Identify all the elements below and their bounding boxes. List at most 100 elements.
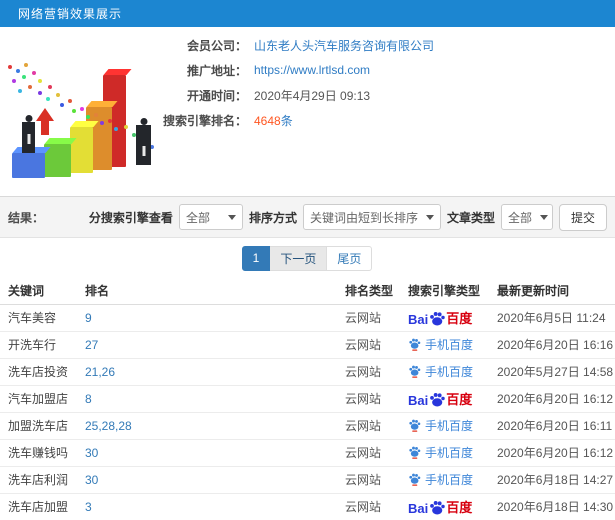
page-button-last[interactable]: 尾页 — [326, 245, 373, 271]
rank-link[interactable]: 30 — [85, 446, 98, 460]
top-bar: 网络营销效果展示 — [0, 0, 615, 27]
engine-cell: Bai 百度 手机百度 — [400, 412, 489, 440]
promo-url-link[interactable]: https://www.lrtlsd.com — [254, 63, 370, 77]
result-label: 结果： — [8, 210, 45, 225]
keyword-cell: 洗车店利润 — [0, 466, 77, 494]
article-type-label: 文章类型 — [446, 210, 495, 225]
engine-rank-value: 4648条 — [254, 112, 293, 129]
info-row-url: 推广地址： https://www.lrtlsd.com — [0, 61, 600, 79]
rank-link[interactable]: 8 — [85, 392, 92, 406]
rank-type-cell: 云网站 — [337, 304, 400, 332]
keyword-cell: 洗车店投资 — [0, 358, 77, 386]
mobile-baidu-logo: 手机百度 — [408, 417, 473, 434]
rank-count: 4648 — [254, 113, 281, 128]
engine-cell: Bai 百度 手机百度 — [400, 358, 489, 386]
engine-cell: Bai 百度 手机百度 — [400, 466, 489, 494]
page-button-current[interactable]: 1 — [241, 245, 271, 271]
confetti-dots — [8, 65, 12, 69]
rank-cell: 30 — [77, 439, 337, 467]
col-header-update-time: 最新更新时间 — [489, 278, 615, 305]
time-cell: 2020年6月20日 16:12 — [489, 439, 615, 467]
illustration-bar-yellow — [70, 127, 93, 173]
rank-link[interactable]: 9 — [85, 311, 92, 325]
article-type-select[interactable]: 全部 — [500, 204, 553, 230]
rank-cell: 9 — [77, 304, 337, 332]
rank-type-cell: 云网站 — [337, 331, 400, 359]
time-cell: 2020年6月18日 14:27 — [489, 466, 615, 494]
company-label: 会员公司： — [186, 38, 247, 53]
page-button-next[interactable]: 下一页 — [269, 245, 328, 271]
company-name-link[interactable]: 山东老人头汽车服务咨询有限公司 — [254, 37, 434, 54]
filter-bar: 结果： 分搜索引擎查看 全部 排序方式 关键词由短到长排序 文章类型 全部 提交 — [0, 196, 615, 238]
rank-link[interactable]: 30 — [85, 473, 98, 487]
table-row: 洗车赚钱吗 30 云网站 Bai 百度 手机百度 — [0, 439, 615, 467]
engine-cell: Bai 百度 手机百度 — [400, 304, 489, 332]
rank-link[interactable]: 25,28,28 — [85, 419, 132, 433]
baidu-logo: Bai 百度 — [408, 311, 473, 327]
engine-cell: Bai 百度 手机百度 — [400, 331, 489, 359]
rank-cell: 30 — [77, 466, 337, 494]
table-row: 洗车店加盟 3 云网站 Bai 百度 手机百度 — [0, 493, 615, 520]
illustration-bar-blue — [12, 153, 45, 178]
col-header-rank: 排名 — [77, 278, 337, 305]
sort-filter-select[interactable]: 关键词由短到长排序 — [302, 204, 441, 230]
engine-cell: Bai 百度 手机百度 — [400, 439, 489, 467]
rank-cell: 8 — [77, 385, 337, 413]
time-cell: 2020年6月5日 11:24 — [489, 304, 615, 332]
rank-link[interactable]: 21,26 — [85, 365, 115, 379]
rank-link[interactable]: 3 — [85, 500, 92, 514]
rank-link[interactable]: 27 — [85, 338, 98, 352]
table-body: 汽车美容 9 云网站 Bai 百度 手机百度 — [0, 304, 615, 520]
rank-type-cell: 云网站 — [337, 412, 400, 440]
keyword-cell: 洗车店加盟 — [0, 493, 77, 520]
businessman-figure-left — [22, 122, 35, 153]
rank-type-cell: 云网站 — [337, 493, 400, 520]
keyword-cell: 加盟洗车店 — [0, 412, 77, 440]
table-row: 洗车店利润 30 云网站 Bai 百度 手机百度 — [0, 466, 615, 494]
col-header-engine-type: 搜索引擎类型 — [400, 278, 489, 305]
engine-cell: Bai 百度 手机百度 — [400, 385, 489, 413]
table-row: 洗车店投资 21,26 云网站 Bai 百度 手机百度 — [0, 358, 615, 386]
mobile-baidu-logo: 手机百度 — [408, 471, 473, 488]
time-cell: 2020年6月18日 14:30 — [489, 493, 615, 520]
mobile-baidu-logo: 手机百度 — [408, 363, 473, 380]
keyword-cell: 洗车赚钱吗 — [0, 439, 77, 467]
baidu-logo: Bai 百度 — [408, 500, 473, 516]
engine-filter-select[interactable]: 全部 — [178, 204, 243, 230]
time-cell: 2020年5月27日 14:58 — [489, 358, 615, 386]
ranking-table: 关键词 排名 排名类型 搜索引擎类型 最新更新时间 汽车美容 9 云网站 Bai… — [0, 278, 615, 520]
pagination: 1 下一页 尾页 — [0, 238, 615, 278]
rank-type-cell: 云网站 — [337, 358, 400, 386]
keyword-cell: 开洗车行 — [0, 331, 77, 359]
keyword-cell: 汽车美容 — [0, 304, 77, 332]
keyword-cell: 汽车加盟店 — [0, 385, 77, 413]
info-row-company: 会员公司： 山东老人头汽车服务咨询有限公司 — [0, 36, 600, 54]
mobile-baidu-paw-icon — [409, 446, 421, 459]
page-title: 网络营销效果展示 — [18, 7, 123, 21]
rank-type-cell: 云网站 — [337, 439, 400, 467]
chevron-down-icon — [540, 214, 548, 220]
col-header-keyword: 关键词 — [0, 278, 77, 305]
article-type-value: 全部 — [507, 210, 532, 225]
mobile-baidu-paw-icon — [409, 365, 421, 378]
engine-filter-label: 分搜索引擎查看 — [88, 210, 173, 225]
mobile-baidu-paw-icon — [409, 419, 421, 432]
time-cell: 2020年6月20日 16:12 — [489, 385, 615, 413]
table-row: 开洗车行 27 云网站 Bai 百度 手机百度 — [0, 331, 615, 359]
rank-type-cell: 云网站 — [337, 385, 400, 413]
growth-arrow-icon — [36, 108, 54, 135]
filter-controls: 分搜索引擎查看 全部 排序方式 关键词由短到长排序 文章类型 全部 提交 — [88, 203, 607, 231]
hero-section: 会员公司： 山东老人头汽车服务咨询有限公司 推广地址： https://www.… — [0, 27, 615, 196]
engine-cell: Bai 百度 手机百度 — [400, 493, 489, 520]
col-header-rank-type: 排名类型 — [337, 278, 400, 305]
submit-button[interactable]: 提交 — [558, 203, 607, 231]
engine-filter-value: 全部 — [185, 210, 210, 225]
rank-cell: 21,26 — [77, 358, 337, 386]
table-row: 加盟洗车店 25,28,28 云网站 Bai 百度 手机百 — [0, 412, 615, 440]
mobile-baidu-paw-icon — [409, 473, 421, 486]
rank-cell: 27 — [77, 331, 337, 359]
rank-type-cell: 云网站 — [337, 466, 400, 494]
mobile-baidu-paw-icon — [409, 338, 421, 351]
baidu-paw-icon — [430, 312, 445, 326]
baidu-paw-icon — [430, 393, 445, 407]
